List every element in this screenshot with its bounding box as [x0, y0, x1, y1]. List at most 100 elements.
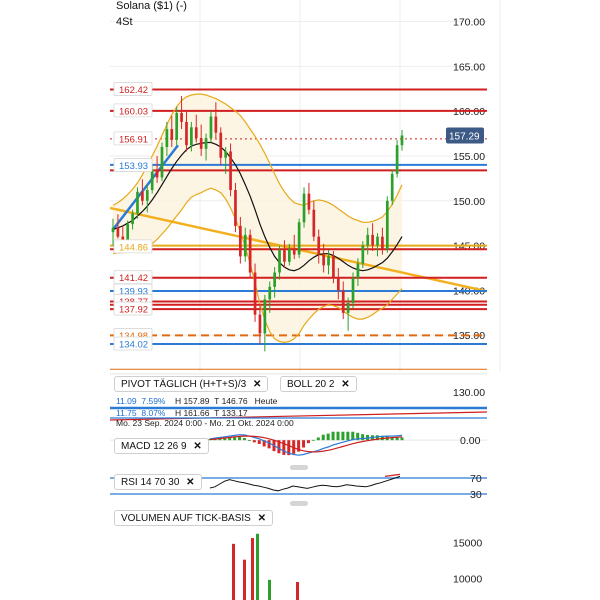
- macd-histogram-bar: [346, 431, 350, 441]
- candle: [150, 169, 154, 191]
- date-range: Mo. 23 Sep. 2024 0:00 - Mo. 21 Okt. 2024…: [116, 418, 294, 428]
- candle: [381, 236, 384, 250]
- close-icon[interactable]: ✕: [186, 477, 194, 488]
- candle: [376, 236, 379, 246]
- macd-histogram-bar: [316, 437, 320, 441]
- candle: [253, 272, 257, 315]
- volume-bar: [251, 538, 254, 600]
- candle: [136, 191, 139, 214]
- candle: [116, 227, 120, 237]
- candle: [283, 250, 286, 262]
- price-label: 141.42: [119, 273, 148, 284]
- low-value: T 146.76: [214, 396, 248, 406]
- macd-histogram-bar: [233, 437, 237, 441]
- chart-canvas[interactable]: 135.00140.00145.00150.00155.00160.00165.…: [0, 0, 600, 600]
- pivot-indicator-label: PIVOT TÄGLICH (H+T+S)/3: [121, 379, 247, 390]
- candle: [204, 138, 208, 149]
- macd-histogram-bar: [257, 440, 261, 444]
- price-label: 137.92: [119, 305, 148, 316]
- candle: [243, 234, 247, 257]
- volume-indicator-label: VOLUMEN AUF TICK-BASIS: [121, 513, 251, 524]
- volume-bar: [243, 559, 246, 600]
- candle: [180, 112, 183, 122]
- candle: [111, 227, 115, 233]
- candle: [234, 190, 237, 226]
- volume-pane[interactable]: 15000 10000: [232, 533, 482, 600]
- y-tick-label: 170.00: [453, 17, 485, 29]
- boll-indicator-label: BOLL 20 2: [287, 379, 335, 390]
- candle: [219, 132, 223, 158]
- candle: [126, 224, 130, 242]
- candle: [185, 121, 188, 146]
- close-icon[interactable]: ✕: [253, 379, 261, 390]
- boll-indicator-chip[interactable]: BOLL 20 2 ✕: [280, 376, 357, 392]
- interval-label[interactable]: 4St: [116, 16, 133, 28]
- macd-histogram-bar: [311, 439, 315, 441]
- volume-bar: [296, 582, 299, 600]
- volume-indicator-chip[interactable]: VOLUMEN AUF TICK-BASIS ✕: [114, 510, 274, 526]
- y-tick-label: 160.00: [453, 106, 485, 118]
- candle: [327, 256, 330, 266]
- close-icon[interactable]: ✕: [193, 441, 201, 452]
- candle: [268, 286, 272, 300]
- macd-histogram-bar: [336, 431, 340, 441]
- price-pane[interactable]: 135.00140.00145.00150.00155.00160.00165.…: [109, 0, 501, 421]
- volume-bar: [268, 579, 271, 600]
- y-tick-label: 10000: [453, 573, 482, 585]
- rsi-indicator-label: RSI 14 70 30: [121, 477, 180, 488]
- price-label: 160.03: [119, 106, 148, 117]
- y-tick-label: 30: [470, 489, 482, 501]
- close-icon[interactable]: ✕: [341, 379, 349, 390]
- candle: [175, 112, 179, 140]
- macd-histogram-bar: [400, 437, 404, 441]
- candle: [390, 173, 394, 201]
- pane-resize-handle: [290, 465, 308, 470]
- candle: [165, 129, 169, 148]
- current-price-label: 157.29: [449, 131, 480, 142]
- candle: [131, 213, 134, 225]
- change-pct: 8.07%: [141, 408, 166, 418]
- close-icon[interactable]: ✕: [258, 513, 266, 524]
- y-tick-label: 70: [470, 473, 482, 485]
- candle: [229, 151, 232, 191]
- y-tick-label: 15000: [453, 537, 482, 549]
- candle: [258, 314, 262, 334]
- stats-row-1: 11.09 7.59% H 157.89 T 146.76 Heute: [116, 396, 277, 406]
- price-label: 144.86: [119, 242, 148, 253]
- candle: [214, 116, 218, 133]
- candle: [287, 249, 291, 262]
- macd-histogram-bar: [326, 433, 330, 441]
- low-value: T 133.17: [214, 408, 248, 418]
- candle: [322, 254, 325, 266]
- macd-indicator-chip[interactable]: MACD 12 26 9 ✕: [114, 438, 209, 454]
- instrument-title: Solana ($1) (-): [116, 0, 187, 12]
- y-tick-label: 165.00: [453, 61, 485, 73]
- macd-histogram-bar: [321, 434, 325, 441]
- candle: [145, 190, 149, 201]
- rsi-line-overbought: [384, 473, 401, 477]
- candle: [361, 245, 365, 264]
- macd-indicator-label: MACD 12 26 9: [121, 441, 187, 452]
- candle: [317, 236, 321, 255]
- volume-bar: [256, 533, 259, 600]
- price-label: 134.02: [119, 340, 148, 351]
- macd-histogram-bar: [252, 440, 256, 443]
- candle: [395, 145, 399, 174]
- price-label: 162.42: [119, 85, 148, 96]
- candle: [273, 272, 276, 287]
- volume-bar: [232, 543, 235, 600]
- candle: [400, 135, 404, 146]
- macd-histogram-bar: [306, 440, 310, 444]
- candle: [385, 200, 389, 250]
- candle: [239, 225, 242, 257]
- y-tick-label: 150.00: [453, 196, 485, 208]
- y-tick-label: 0.00: [460, 435, 481, 447]
- candle: [263, 299, 267, 334]
- candle: [224, 151, 228, 158]
- macd-histogram-bar: [302, 440, 306, 448]
- pivot-indicator-chip[interactable]: PIVOT TÄGLICH (H+T+S)/3 ✕: [114, 376, 269, 392]
- rsi-indicator-chip[interactable]: RSI 14 70 30 ✕: [114, 474, 202, 490]
- candle: [346, 302, 350, 313]
- candle: [307, 193, 311, 210]
- candle: [194, 127, 198, 139]
